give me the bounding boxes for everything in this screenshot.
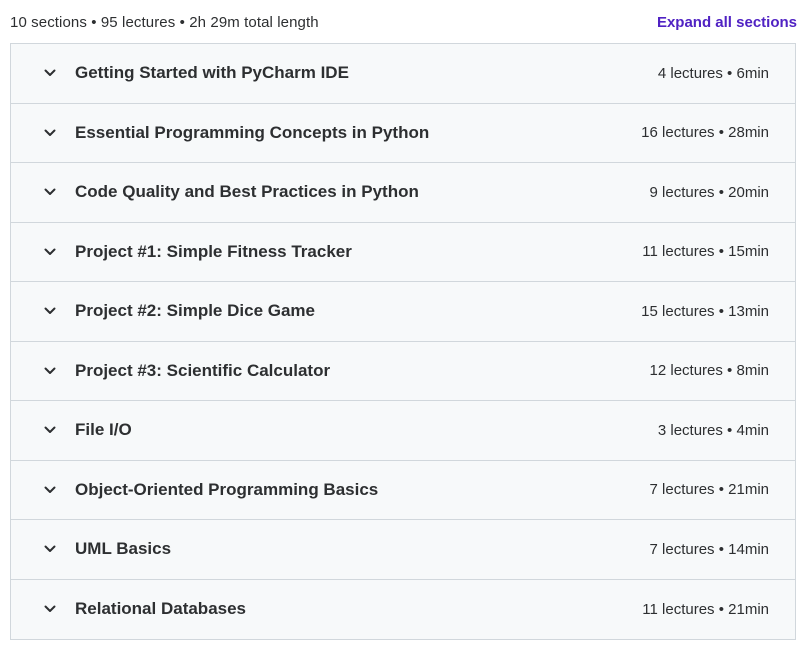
chevron-down-icon [43, 66, 57, 80]
section-title: Essential Programming Concepts in Python [75, 122, 430, 142]
section-row[interactable]: Getting Started with PyCharm IDE 4 lectu… [11, 44, 795, 104]
section-list: Getting Started with PyCharm IDE 4 lectu… [10, 43, 796, 640]
section-meta: 15 lectures • 13min [641, 302, 769, 320]
curriculum-summary: 10 sections • 95 lectures • 2h 29m total… [10, 13, 319, 31]
curriculum-header: 10 sections • 95 lectures • 2h 29m total… [10, 10, 797, 34]
section-meta: 4 lectures • 6min [657, 64, 769, 82]
section-title: UML Basics [75, 539, 172, 559]
section-meta: 3 lectures • 4min [657, 421, 769, 439]
section-row[interactable]: Project #2: Simple Dice Game 15 lectures… [11, 282, 795, 342]
chevron-down-icon [43, 185, 57, 199]
section-row[interactable]: Code Quality and Best Practices in Pytho… [11, 163, 795, 223]
section-title: Relational Databases [75, 599, 247, 619]
chevron-down-icon [43, 483, 57, 497]
section-title: Code Quality and Best Practices in Pytho… [75, 182, 419, 202]
chevron-down-icon [43, 364, 57, 378]
section-row[interactable]: Essential Programming Concepts in Python… [11, 103, 795, 163]
section-meta: 7 lectures • 14min [649, 540, 769, 558]
chevron-down-icon [43, 304, 57, 318]
section-row[interactable]: Object-Oriented Programming Basics 7 lec… [11, 460, 795, 520]
section-row[interactable]: File I/O 3 lectures • 4min [11, 401, 795, 461]
section-row[interactable]: Relational Databases 11 lectures • 21min [11, 579, 795, 639]
section-title: Getting Started with PyCharm IDE [75, 63, 349, 83]
section-row[interactable]: Project #3: Scientific Calculator 12 lec… [11, 341, 795, 401]
section-meta: 11 lectures • 15min [642, 243, 769, 261]
section-title: File I/O [75, 420, 132, 440]
section-row[interactable]: Project #1: Simple Fitness Tracker 11 le… [11, 222, 795, 282]
section-meta: 12 lectures • 8min [649, 362, 769, 380]
chevron-down-icon [43, 126, 57, 140]
chevron-down-icon [43, 245, 57, 259]
section-meta: 11 lectures • 21min [642, 600, 769, 618]
section-meta: 16 lectures • 28min [641, 124, 769, 142]
section-title: Project #2: Simple Dice Game [75, 301, 315, 321]
section-title: Project #3: Scientific Calculator [75, 360, 331, 380]
chevron-down-icon [43, 542, 57, 556]
chevron-down-icon [43, 423, 57, 437]
section-meta: 7 lectures • 21min [649, 481, 769, 499]
section-row[interactable]: UML Basics 7 lectures • 14min [11, 520, 795, 580]
section-title: Object-Oriented Programming Basics [75, 479, 379, 499]
course-curriculum: 10 sections • 95 lectures • 2h 29m total… [0, 0, 806, 669]
expand-all-sections-button[interactable]: Expand all sections [657, 14, 797, 31]
section-meta: 9 lectures • 20min [649, 183, 769, 201]
chevron-down-icon [43, 602, 57, 616]
section-title: Project #1: Simple Fitness Tracker [75, 241, 352, 261]
